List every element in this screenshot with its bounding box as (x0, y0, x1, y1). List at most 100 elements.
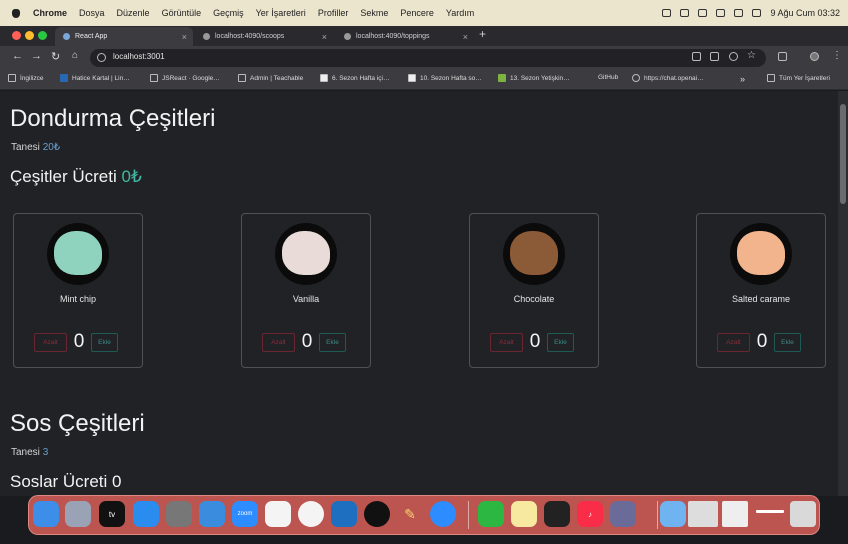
apple-icon[interactable] (12, 8, 20, 18)
scrollbar-thumb[interactable] (840, 104, 846, 204)
cast-icon[interactable] (692, 52, 701, 61)
zoom-icon[interactable] (729, 52, 738, 61)
decrease-button[interactable]: Azalt (490, 333, 523, 352)
scoops-unit-price: Tanesi 20₺ (11, 142, 60, 153)
preview-icon[interactable] (722, 501, 748, 527)
status-control-center-icon[interactable] (752, 9, 762, 17)
vscode-icon[interactable] (331, 501, 357, 527)
home-icon[interactable]: ⌂ (72, 50, 78, 61)
status-search-icon[interactable] (734, 9, 744, 17)
pen-tool-icon[interactable]: ✎ (397, 501, 423, 527)
tab-close-icon[interactable]: × (322, 32, 327, 42)
scoop-image (47, 223, 109, 285)
window-close-icon[interactable] (12, 31, 21, 40)
menu-window[interactable]: Pencere (400, 8, 434, 18)
folder-icon[interactable] (660, 501, 686, 527)
page-favicon-icon (203, 33, 210, 40)
total-label: Çeşitler Ücreti (10, 167, 117, 186)
menu-bookmarks[interactable]: Yer İşaretleri (256, 8, 306, 18)
color-picker-icon[interactable] (610, 501, 636, 527)
reload-icon[interactable]: ↻ (51, 50, 60, 63)
tab-close-icon[interactable]: × (182, 32, 187, 42)
decrease-button[interactable]: Azalt (262, 333, 295, 352)
tab-label: React App (75, 33, 108, 40)
unit-label: Tanesi (11, 447, 40, 458)
bookmarks-overflow-icon[interactable]: » (740, 74, 745, 84)
profile-avatar-icon[interactable] (810, 52, 819, 61)
extensions-icon[interactable] (778, 52, 787, 61)
bookmark-item[interactable]: GitHub (598, 74, 618, 81)
status-window-icon[interactable] (680, 9, 690, 17)
bookmark-item[interactable]: Hatice Kartal | Lin… (60, 74, 130, 82)
finder-icon[interactable] (33, 501, 59, 527)
music-icon[interactable]: ♪ (577, 501, 603, 527)
status-display-icon[interactable] (662, 9, 672, 17)
window-zoom-icon[interactable] (38, 31, 47, 40)
bookmark-item[interactable]: 13. Sezon Yetişkin… (498, 74, 570, 82)
add-button[interactable]: Ekle (91, 333, 118, 352)
cleaner-icon[interactable] (364, 501, 390, 527)
menu-edit[interactable]: Düzenle (117, 8, 150, 18)
menu-file[interactable]: Dosya (79, 8, 105, 18)
screenshot-icon[interactable] (688, 501, 718, 527)
menu-profiles[interactable]: Profiller (318, 8, 349, 18)
menu-view[interactable]: Görüntüle (162, 8, 202, 18)
site-info-icon[interactable] (97, 53, 106, 62)
tab-scoops[interactable]: localhost:4090/scoops × (195, 27, 333, 46)
safari-icon[interactable] (199, 501, 225, 527)
scoop-image (730, 223, 792, 285)
add-button[interactable]: Ekle (774, 333, 801, 352)
decrease-button[interactable]: Azalt (34, 333, 67, 352)
bookmark-item[interactable]: Admin | Teachable (238, 74, 303, 82)
terminal-icon[interactable] (544, 501, 570, 527)
total-value: 0₺ (121, 167, 142, 186)
slack-icon[interactable] (265, 501, 291, 527)
back-arrow-icon[interactable]: ← (12, 50, 23, 62)
new-tab-icon[interactable]: + (479, 27, 486, 41)
menu-history[interactable]: Geçmiş (213, 8, 244, 18)
toppings-total: Soslar Ücreti 0 (10, 472, 122, 491)
trash-icon[interactable] (790, 501, 816, 527)
address-url[interactable]: localhost:3001 (113, 52, 165, 61)
bookmark-star-icon[interactable]: ☆ (747, 50, 756, 61)
more-menu-icon[interactable]: ⋮ (832, 50, 842, 61)
decrease-button[interactable]: Azalt (717, 333, 750, 352)
zoom-icon[interactable]: zoom (232, 501, 258, 527)
bookmark-item[interactable]: 10. Sezon Hafta so… (408, 74, 482, 82)
add-button[interactable]: Ekle (319, 333, 346, 352)
notes-icon[interactable] (511, 501, 537, 527)
zoom-2-icon[interactable] (430, 501, 456, 527)
system-settings-icon[interactable] (166, 501, 192, 527)
tab-react-app[interactable]: React App × (55, 27, 193, 46)
tab-label: localhost:4090/scoops (215, 33, 285, 40)
bookmark-item[interactable]: İngilizce (8, 74, 43, 82)
scoop-card-salted-caramel: Salted carame Azalt 0 Ekle (696, 213, 826, 368)
status-wifi-icon[interactable] (716, 9, 726, 17)
all-bookmarks[interactable]: Tüm Yer İşaretleri (767, 74, 830, 82)
menu-help[interactable]: Yardım (446, 8, 474, 18)
window-minimize-icon[interactable] (25, 31, 34, 40)
launchpad-icon[interactable] (65, 501, 91, 527)
add-button[interactable]: Ekle (547, 333, 574, 352)
bookmark-item[interactable]: https://chat.openai… (632, 74, 704, 82)
menu-app-name[interactable]: Chrome (33, 8, 67, 18)
apple-tv-icon[interactable]: tv (99, 501, 125, 527)
menu-tab[interactable]: Sekme (360, 8, 388, 18)
chrome-icon[interactable] (298, 501, 324, 527)
bookmark-label: 13. Sezon Yetişkin… (510, 74, 570, 82)
line-icon[interactable] (756, 510, 784, 513)
tab-toppings[interactable]: localhost:4090/toppings × (336, 27, 474, 46)
whatsapp-icon[interactable] (478, 501, 504, 527)
folder-icon (8, 74, 16, 82)
app-store-icon[interactable] (133, 501, 159, 527)
bookmark-item[interactable]: 6. Sezon Hafta içi… (320, 74, 389, 82)
scoop-name: Vanilla (292, 294, 320, 304)
status-battery-icon[interactable] (698, 9, 708, 17)
bookmark-item[interactable]: JSReact · Google… (150, 74, 220, 82)
forward-arrow-icon[interactable]: → (31, 50, 42, 62)
menubar-clock[interactable]: 9 Ağu Cum 03:32 (770, 8, 840, 18)
tab-close-icon[interactable]: × (463, 32, 468, 42)
translate-icon[interactable] (710, 52, 719, 61)
address-bar[interactable]: localhost:3001 (90, 49, 766, 67)
quantity-controls: Azalt 0 Ekle (34, 331, 124, 353)
